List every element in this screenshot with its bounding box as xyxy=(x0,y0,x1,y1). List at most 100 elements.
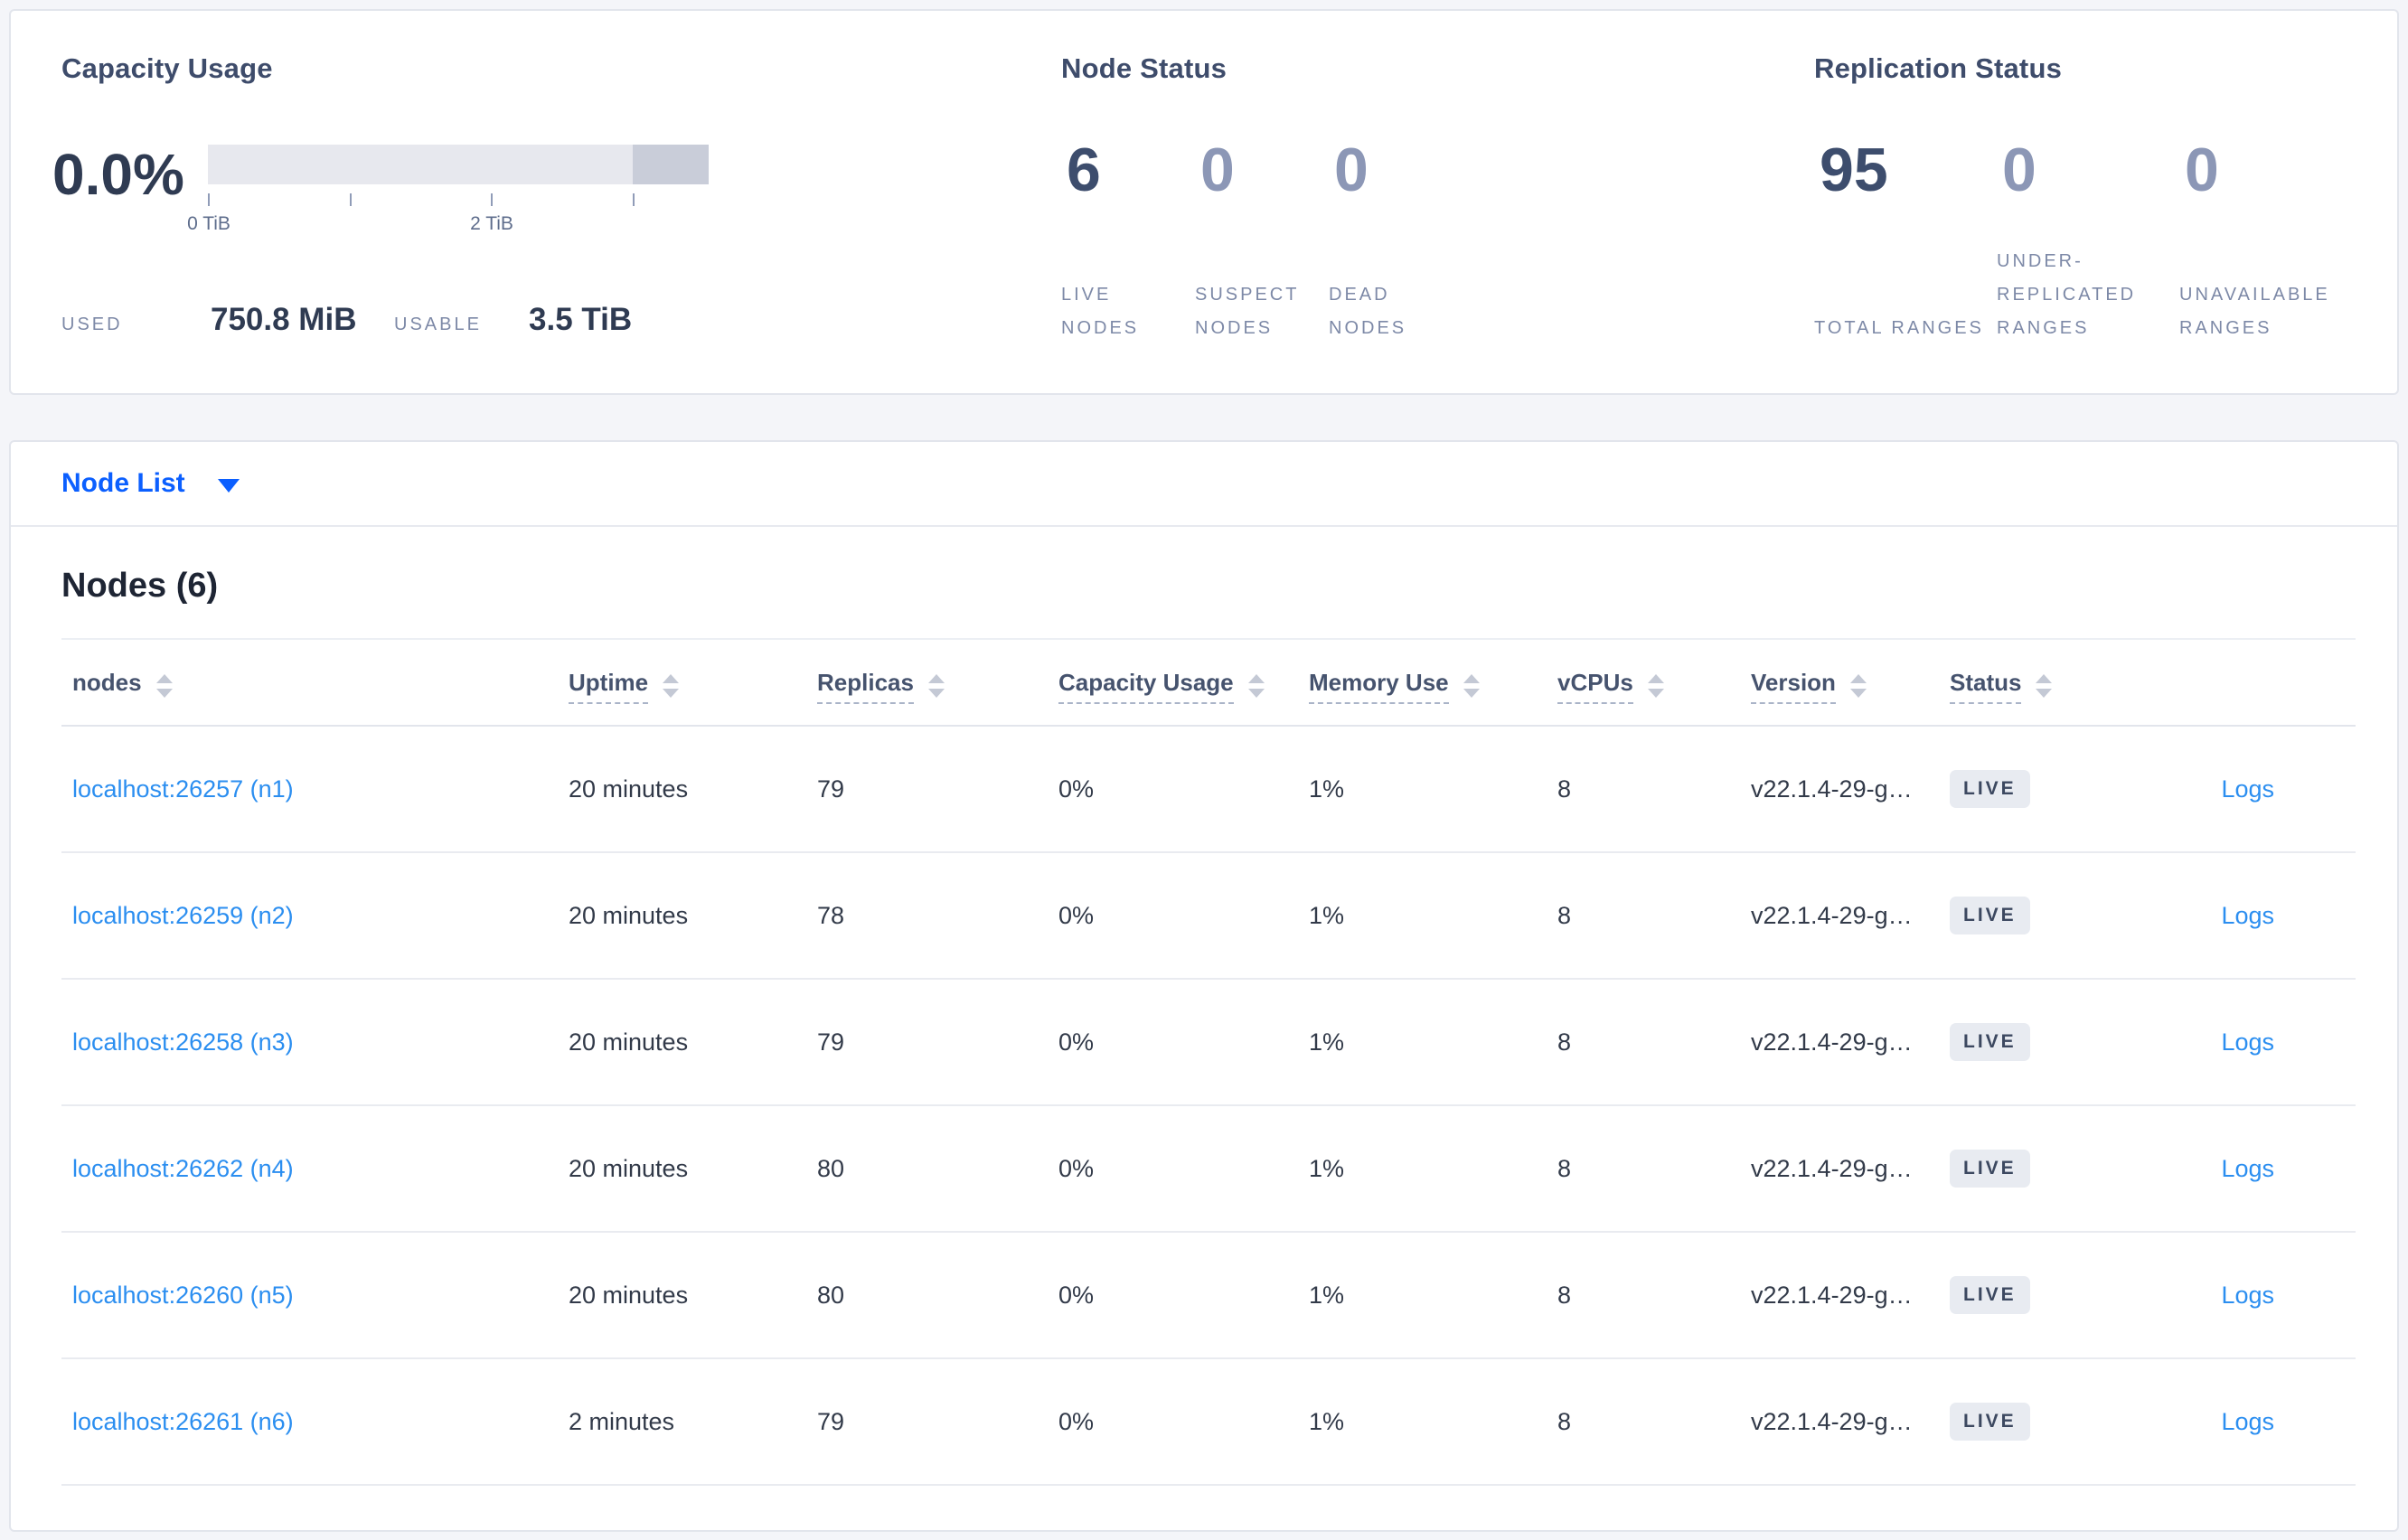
table-row: localhost:26259 (n2) 20 minutes 78 0% 1%… xyxy=(61,853,2356,980)
status-badge: LIVE xyxy=(1950,1150,2030,1188)
logs-link[interactable]: Logs xyxy=(2221,902,2274,929)
axis-tick-label: 0 TiB xyxy=(187,213,230,234)
vcpus-cell: 8 xyxy=(1557,775,1572,803)
axis-tick xyxy=(208,193,210,206)
node-link[interactable]: localhost:26261 (n6) xyxy=(72,1408,294,1435)
chevron-down-icon xyxy=(217,478,240,493)
uptime-cell: 20 minutes xyxy=(569,1154,689,1182)
total-ranges-label: TOTAL RANGES xyxy=(1814,318,1984,338)
status-badge: LIVE xyxy=(1950,1276,2030,1314)
replicas-cell: 79 xyxy=(817,1407,845,1435)
replicas-cell: 79 xyxy=(817,1028,845,1056)
memory-cell: 1% xyxy=(1309,775,1345,803)
sort-icon xyxy=(663,673,680,698)
memory-cell: 1% xyxy=(1309,1154,1345,1182)
used-value: 750.8 MiB xyxy=(211,302,357,337)
capacity-cell: 0% xyxy=(1058,1281,1095,1309)
logs-link[interactable]: Logs xyxy=(2221,1155,2274,1182)
node-link[interactable]: localhost:26262 (n4) xyxy=(72,1155,294,1182)
under-replicated-ranges-stat: 0 UNDER-REPLICATED RANGES xyxy=(1997,137,2179,345)
axis-tick xyxy=(350,193,352,206)
column-header-uptime[interactable]: Uptime xyxy=(569,668,817,704)
capacity-usage-percent: 0.0% xyxy=(52,142,184,207)
column-header-replicas[interactable]: Replicas xyxy=(817,668,1058,704)
nodes-table-title: Nodes (6) xyxy=(61,567,219,605)
sort-icon xyxy=(1247,673,1265,698)
status-badge: LIVE xyxy=(1950,1403,2030,1441)
usable-label: USABLE xyxy=(394,315,482,334)
logs-link[interactable]: Logs xyxy=(2221,775,2274,803)
node-link[interactable]: localhost:26257 (n1) xyxy=(72,775,294,803)
node-list-card: Node List Nodes (6) nodes Uptime Replica… xyxy=(9,440,2399,1532)
replication-status-stats: 95 TOTAL RANGES 0 UNDER-REPLICATED RANGE… xyxy=(1805,137,2397,345)
suspect-nodes-stat: 0 SUSPECT NODES xyxy=(1195,137,1329,345)
column-header-nodes[interactable]: nodes xyxy=(61,669,569,698)
capacity-cell: 0% xyxy=(1058,1028,1095,1056)
column-header-version[interactable]: Version xyxy=(1751,668,1950,704)
version-cell: v22.1.4-29-g… xyxy=(1751,1407,1913,1435)
sort-icon xyxy=(927,673,945,698)
nodes-table-header: nodes Uptime Replicas Capacity Usage Mem… xyxy=(61,638,2356,727)
table-row: localhost:26258 (n3) 20 minutes 79 0% 1%… xyxy=(61,980,2356,1106)
table-row: localhost:26260 (n5) 20 minutes 80 0% 1%… xyxy=(61,1233,2356,1359)
capacity-usage-panel: Capacity Usage 0.0% 0 TiB 2 TiB USED 750… xyxy=(11,11,1052,393)
node-status-stats: 6 LIVE NODES 0 SUSPECT NODES 0 DEAD NODE… xyxy=(1052,137,1805,345)
used-label: USED xyxy=(61,315,123,334)
memory-cell: 1% xyxy=(1309,1407,1345,1435)
under-replicated-ranges-value: 0 xyxy=(2002,136,2036,204)
logs-link[interactable]: Logs xyxy=(2221,1282,2274,1309)
axis-tick xyxy=(633,193,635,206)
uptime-cell: 20 minutes xyxy=(569,901,689,929)
capacity-usage-bar: 0 TiB 2 TiB xyxy=(187,128,709,246)
vcpus-cell: 8 xyxy=(1557,901,1572,929)
status-badge: LIVE xyxy=(1950,1023,2030,1061)
cluster-summary-card: Capacity Usage 0.0% 0 TiB 2 TiB USED 750… xyxy=(9,9,2399,395)
version-cell: v22.1.4-29-g… xyxy=(1751,1154,1913,1182)
capacity-bar-track xyxy=(208,145,709,184)
live-nodes-stat: 6 LIVE NODES xyxy=(1061,137,1195,345)
column-header-capacity-usage[interactable]: Capacity Usage xyxy=(1058,668,1309,704)
replicas-cell: 80 xyxy=(817,1281,845,1309)
sort-icon xyxy=(1849,673,1867,698)
unavailable-ranges-label: UNAVAILABLE RANGES xyxy=(2179,285,2330,338)
replicas-cell: 78 xyxy=(817,901,845,929)
total-ranges-value: 95 xyxy=(1820,136,1888,204)
sort-icon xyxy=(155,673,173,698)
unavailable-ranges-value: 0 xyxy=(2185,136,2219,204)
suspect-nodes-label: SUSPECT NODES xyxy=(1195,285,1300,338)
status-badge: LIVE xyxy=(1950,770,2030,808)
node-link[interactable]: localhost:26258 (n3) xyxy=(72,1028,294,1056)
dead-nodes-label: DEAD NODES xyxy=(1329,285,1407,338)
column-header-status[interactable]: Status xyxy=(1950,668,2185,704)
replication-status-title: Replication Status xyxy=(1814,52,2063,84)
table-row: localhost:26261 (n6) 2 minutes 79 0% 1% … xyxy=(61,1359,2356,1486)
vcpus-cell: 8 xyxy=(1557,1281,1572,1309)
table-footer-space xyxy=(61,1486,2356,1524)
table-row: localhost:26257 (n1) 20 minutes 79 0% 1%… xyxy=(61,727,2356,853)
capacity-cell: 0% xyxy=(1058,901,1095,929)
node-list-dropdown-label: Node List xyxy=(61,468,185,498)
dead-nodes-stat: 0 DEAD NODES xyxy=(1329,137,1463,345)
axis-tick xyxy=(491,193,493,206)
column-header-memory-use[interactable]: Memory Use xyxy=(1309,668,1557,704)
axis-tick-label: 2 TiB xyxy=(470,213,513,234)
replication-status-panel: Replication Status 95 TOTAL RANGES 0 UND… xyxy=(1805,11,2397,393)
dead-nodes-value: 0 xyxy=(1334,136,1369,204)
status-badge: LIVE xyxy=(1950,897,2030,934)
logs-link[interactable]: Logs xyxy=(2221,1408,2274,1435)
node-list-dropdown[interactable]: Node List xyxy=(11,442,2397,527)
logs-link[interactable]: Logs xyxy=(2221,1028,2274,1056)
cluster-overview-page: Capacity Usage 0.0% 0 TiB 2 TiB USED 750… xyxy=(0,0,2408,1540)
column-header-vcpus[interactable]: vCPUs xyxy=(1557,668,1751,704)
capacity-usage-stats: USED 750.8 MiB USABLE 3.5 TiB xyxy=(61,302,1052,338)
version-cell: v22.1.4-29-g… xyxy=(1751,1028,1913,1056)
vcpus-cell: 8 xyxy=(1557,1407,1572,1435)
version-cell: v22.1.4-29-g… xyxy=(1751,1281,1913,1309)
usable-value: 3.5 TiB xyxy=(529,302,633,337)
total-ranges-stat: 95 TOTAL RANGES xyxy=(1814,137,1997,345)
uptime-cell: 20 minutes xyxy=(569,1281,689,1309)
node-link[interactable]: localhost:26260 (n5) xyxy=(72,1282,294,1309)
node-link[interactable]: localhost:26259 (n2) xyxy=(72,902,294,929)
live-nodes-label: LIVE NODES xyxy=(1061,285,1140,338)
capacity-usage-title: Capacity Usage xyxy=(61,52,273,84)
